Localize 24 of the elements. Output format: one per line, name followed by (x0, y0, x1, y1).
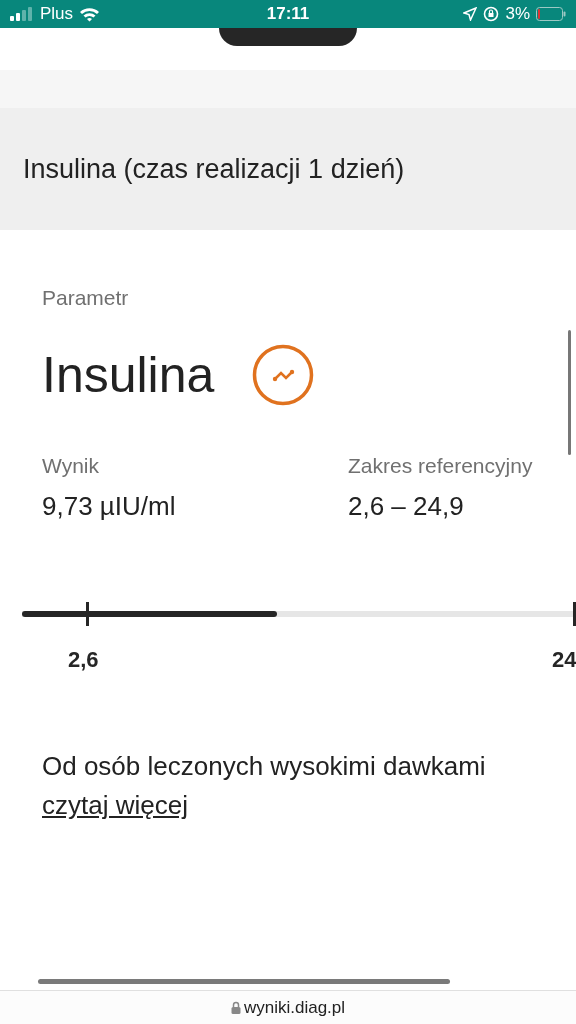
carrier-name: Plus (40, 3, 74, 26)
battery-percent: 3% (505, 3, 530, 26)
lock-icon (230, 1001, 241, 1014)
scale-tick-label: 2,6 (68, 646, 99, 674)
scale-tick (573, 602, 576, 626)
rotation-lock-icon (483, 6, 500, 22)
battery-icon (536, 7, 566, 21)
scale-tick-label: 24 (552, 646, 576, 674)
read-more-link[interactable]: czytaj więcej (42, 790, 188, 820)
scale-tick (86, 602, 89, 626)
note-text: Od osób leczonych wysokimi dawkami (42, 750, 487, 783)
result-value: 9,73 µIU/ml (42, 490, 177, 523)
result-label: Wynik (42, 452, 100, 479)
parameter-label: Parametr (42, 285, 130, 311)
signal-icon (10, 7, 34, 21)
reference-label: Zakres referencyjny (348, 452, 533, 479)
trend-chart-icon[interactable] (252, 343, 315, 406)
status-time: 17:11 (266, 3, 310, 26)
wifi-icon (79, 6, 101, 22)
reference-value: 2,6 – 24,9 (348, 490, 465, 523)
url-text: wyniki.diag.pl (243, 996, 346, 1019)
section-title: Insulina (czas realizacji 1 dzień) (23, 152, 405, 186)
location-arrow-icon (463, 7, 478, 21)
parameter-name: Insulina (42, 349, 215, 400)
